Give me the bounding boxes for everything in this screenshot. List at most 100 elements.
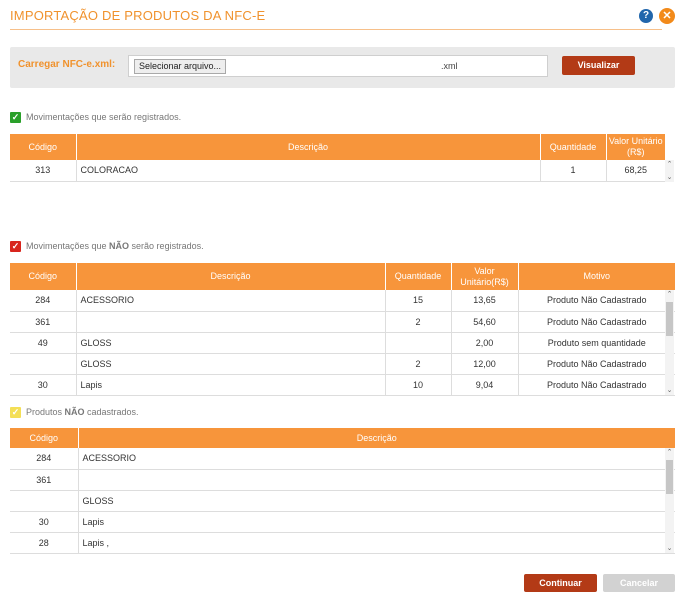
scrollbar[interactable]: ⌃ ⌄ xyxy=(665,160,674,182)
cell-description: Lapis xyxy=(75,374,385,396)
scroll-thumb[interactable] xyxy=(666,302,673,336)
not-registered-table: Código Descrição Quantidade Valor Unitár… xyxy=(10,263,675,396)
cell-description: Lapis , xyxy=(77,532,675,554)
cell-reason: Produto Não Cadastrado xyxy=(517,290,675,312)
file-extension-text: .xml xyxy=(441,61,458,71)
cell-description: ACESSORIO xyxy=(77,448,675,470)
cell-description: ACESSORIO xyxy=(75,290,385,312)
table-row[interactable]: 313 COLORACAO 1 68,25 xyxy=(10,160,665,182)
cell-code: 284 xyxy=(10,290,76,312)
registered-section-label: ✓ Movimentações que serão registrados. xyxy=(10,112,182,124)
scroll-down-icon[interactable]: ⌄ xyxy=(665,544,674,553)
cell-quantity xyxy=(384,332,451,354)
table-row[interactable]: 30 Lapis 10 9,04 Produto Não Cadastrado xyxy=(10,374,675,396)
cell-description: COLORACAO xyxy=(75,160,540,182)
column-header: Descrição xyxy=(75,134,540,160)
not-registered-section-label: ✓ Movimentações que NÃO serão registrados… xyxy=(10,241,204,253)
column-header: Descrição xyxy=(75,263,385,290)
label-text: cadastrados. xyxy=(84,407,139,417)
continue-button[interactable]: Continuar xyxy=(524,574,597,592)
label-emphasis: NÃO xyxy=(109,241,130,251)
cell-description: GLOSS xyxy=(75,332,385,354)
upload-label: Carregar NFC-e.xml: xyxy=(18,59,116,70)
table-row[interactable]: 30 Lapis xyxy=(10,511,675,533)
upload-panel: Carregar NFC-e.xml: Selecionar arquivo..… xyxy=(10,47,675,88)
cancel-button[interactable]: Cancelar xyxy=(603,574,675,592)
cell-code: 361 xyxy=(10,311,76,333)
table-row[interactable]: 28 Lapis , xyxy=(10,532,675,554)
table-row[interactable]: GLOSS 2 12,00 Produto Não Cadastrado xyxy=(10,353,675,375)
cell-code: 49 xyxy=(10,332,76,354)
cell-code: 28 xyxy=(10,532,78,554)
cell-code: 284 xyxy=(10,448,78,470)
column-header: Valor Unitário (R$) xyxy=(605,134,665,160)
cell-unit-value: 54,60 xyxy=(450,311,518,333)
cell-code: 30 xyxy=(10,374,76,396)
cell-unit-value: 13,65 xyxy=(450,290,518,312)
cell-quantity: 10 xyxy=(384,374,451,396)
products-not-registered-section-label: ✓ Produtos NÃO cadastrados. xyxy=(10,407,139,419)
cell-reason: Produto sem quantidade xyxy=(517,332,675,354)
registered-label-text: Movimentações que serão registrados. xyxy=(26,112,182,122)
registered-table: Código Descrição Quantidade Valor Unitár… xyxy=(10,134,665,182)
table-row[interactable]: 361 xyxy=(10,469,675,491)
cell-description xyxy=(77,469,675,491)
label-text: Movimentações que xyxy=(26,241,110,251)
table-row[interactable]: 284 ACESSORIO 15 13,65 Produto Não Cadas… xyxy=(10,290,675,312)
scroll-up-icon[interactable]: ⌃ xyxy=(665,448,674,457)
cell-description: Lapis xyxy=(77,511,675,533)
label-emphasis: NÃO xyxy=(64,407,85,417)
cell-unit-value: 2,00 xyxy=(450,332,518,354)
column-header: Valor Unitário(R$) xyxy=(450,263,518,290)
checkbox-checked-icon[interactable]: ✓ xyxy=(10,112,21,124)
cell-reason: Produto Não Cadastrado xyxy=(517,353,675,375)
title-divider xyxy=(10,29,662,30)
column-header: Código xyxy=(10,263,76,290)
cell-code xyxy=(10,353,76,375)
cell-description: GLOSS xyxy=(75,353,385,375)
cell-unit-value: 9,04 xyxy=(450,374,518,396)
table-row[interactable]: 284 ACESSORIO xyxy=(10,448,675,470)
label-text: Produtos xyxy=(26,407,65,417)
cell-quantity: 15 xyxy=(384,290,451,312)
products-not-registered-table: Código Descrição 284 ACESSORIO 361 GLOSS… xyxy=(10,428,675,554)
scroll-thumb[interactable] xyxy=(666,460,673,494)
scroll-down-icon[interactable]: ⌄ xyxy=(665,173,674,182)
scroll-up-icon[interactable]: ⌃ xyxy=(665,290,674,299)
cell-unit-value: 12,00 xyxy=(450,353,518,375)
column-header: Quantidade xyxy=(384,263,451,290)
page-title: IMPORTAÇÃO DE PRODUTOS DA NFC-E xyxy=(10,8,266,23)
table-row[interactable]: GLOSS xyxy=(10,490,675,512)
cell-code: 313 xyxy=(10,160,76,182)
cell-quantity: 2 xyxy=(384,311,451,333)
table-row[interactable]: 49 GLOSS 2,00 Produto sem quantidade xyxy=(10,332,675,354)
scrollbar[interactable]: ⌃ ⌄ xyxy=(665,290,674,395)
label-text: serão registrados. xyxy=(129,241,204,251)
close-icon[interactable]: ✕ xyxy=(659,8,675,24)
column-header: Código xyxy=(10,428,78,448)
cell-unit-value: 68,25 xyxy=(605,160,665,182)
help-icon[interactable]: ? xyxy=(639,9,653,23)
cell-code: 30 xyxy=(10,511,78,533)
scrollbar[interactable]: ⌃ ⌄ xyxy=(665,448,674,553)
cell-description: GLOSS xyxy=(77,490,675,512)
column-header: Descrição xyxy=(77,428,675,448)
scroll-down-icon[interactable]: ⌄ xyxy=(665,386,674,395)
checkbox-checked-icon[interactable]: ✓ xyxy=(10,241,21,253)
cell-description xyxy=(75,311,385,333)
table-row[interactable]: 361 2 54,60 Produto Não Cadastrado xyxy=(10,311,675,333)
view-button[interactable]: Visualizar xyxy=(562,56,635,75)
cell-quantity: 1 xyxy=(539,160,606,182)
column-header: Motivo xyxy=(517,263,675,290)
column-header: Quantidade xyxy=(539,134,606,160)
column-header: Código xyxy=(10,134,76,160)
checkbox-checked-icon[interactable]: ✓ xyxy=(10,407,21,419)
scroll-up-icon[interactable]: ⌃ xyxy=(665,160,674,169)
cell-code xyxy=(10,490,78,512)
cell-reason: Produto Não Cadastrado xyxy=(517,374,675,396)
file-input[interactable]: Selecionar arquivo... .xml xyxy=(128,55,548,77)
cell-reason: Produto Não Cadastrado xyxy=(517,311,675,333)
cell-quantity: 2 xyxy=(384,353,451,375)
cell-code: 361 xyxy=(10,469,78,491)
select-file-button[interactable]: Selecionar arquivo... xyxy=(134,59,226,74)
